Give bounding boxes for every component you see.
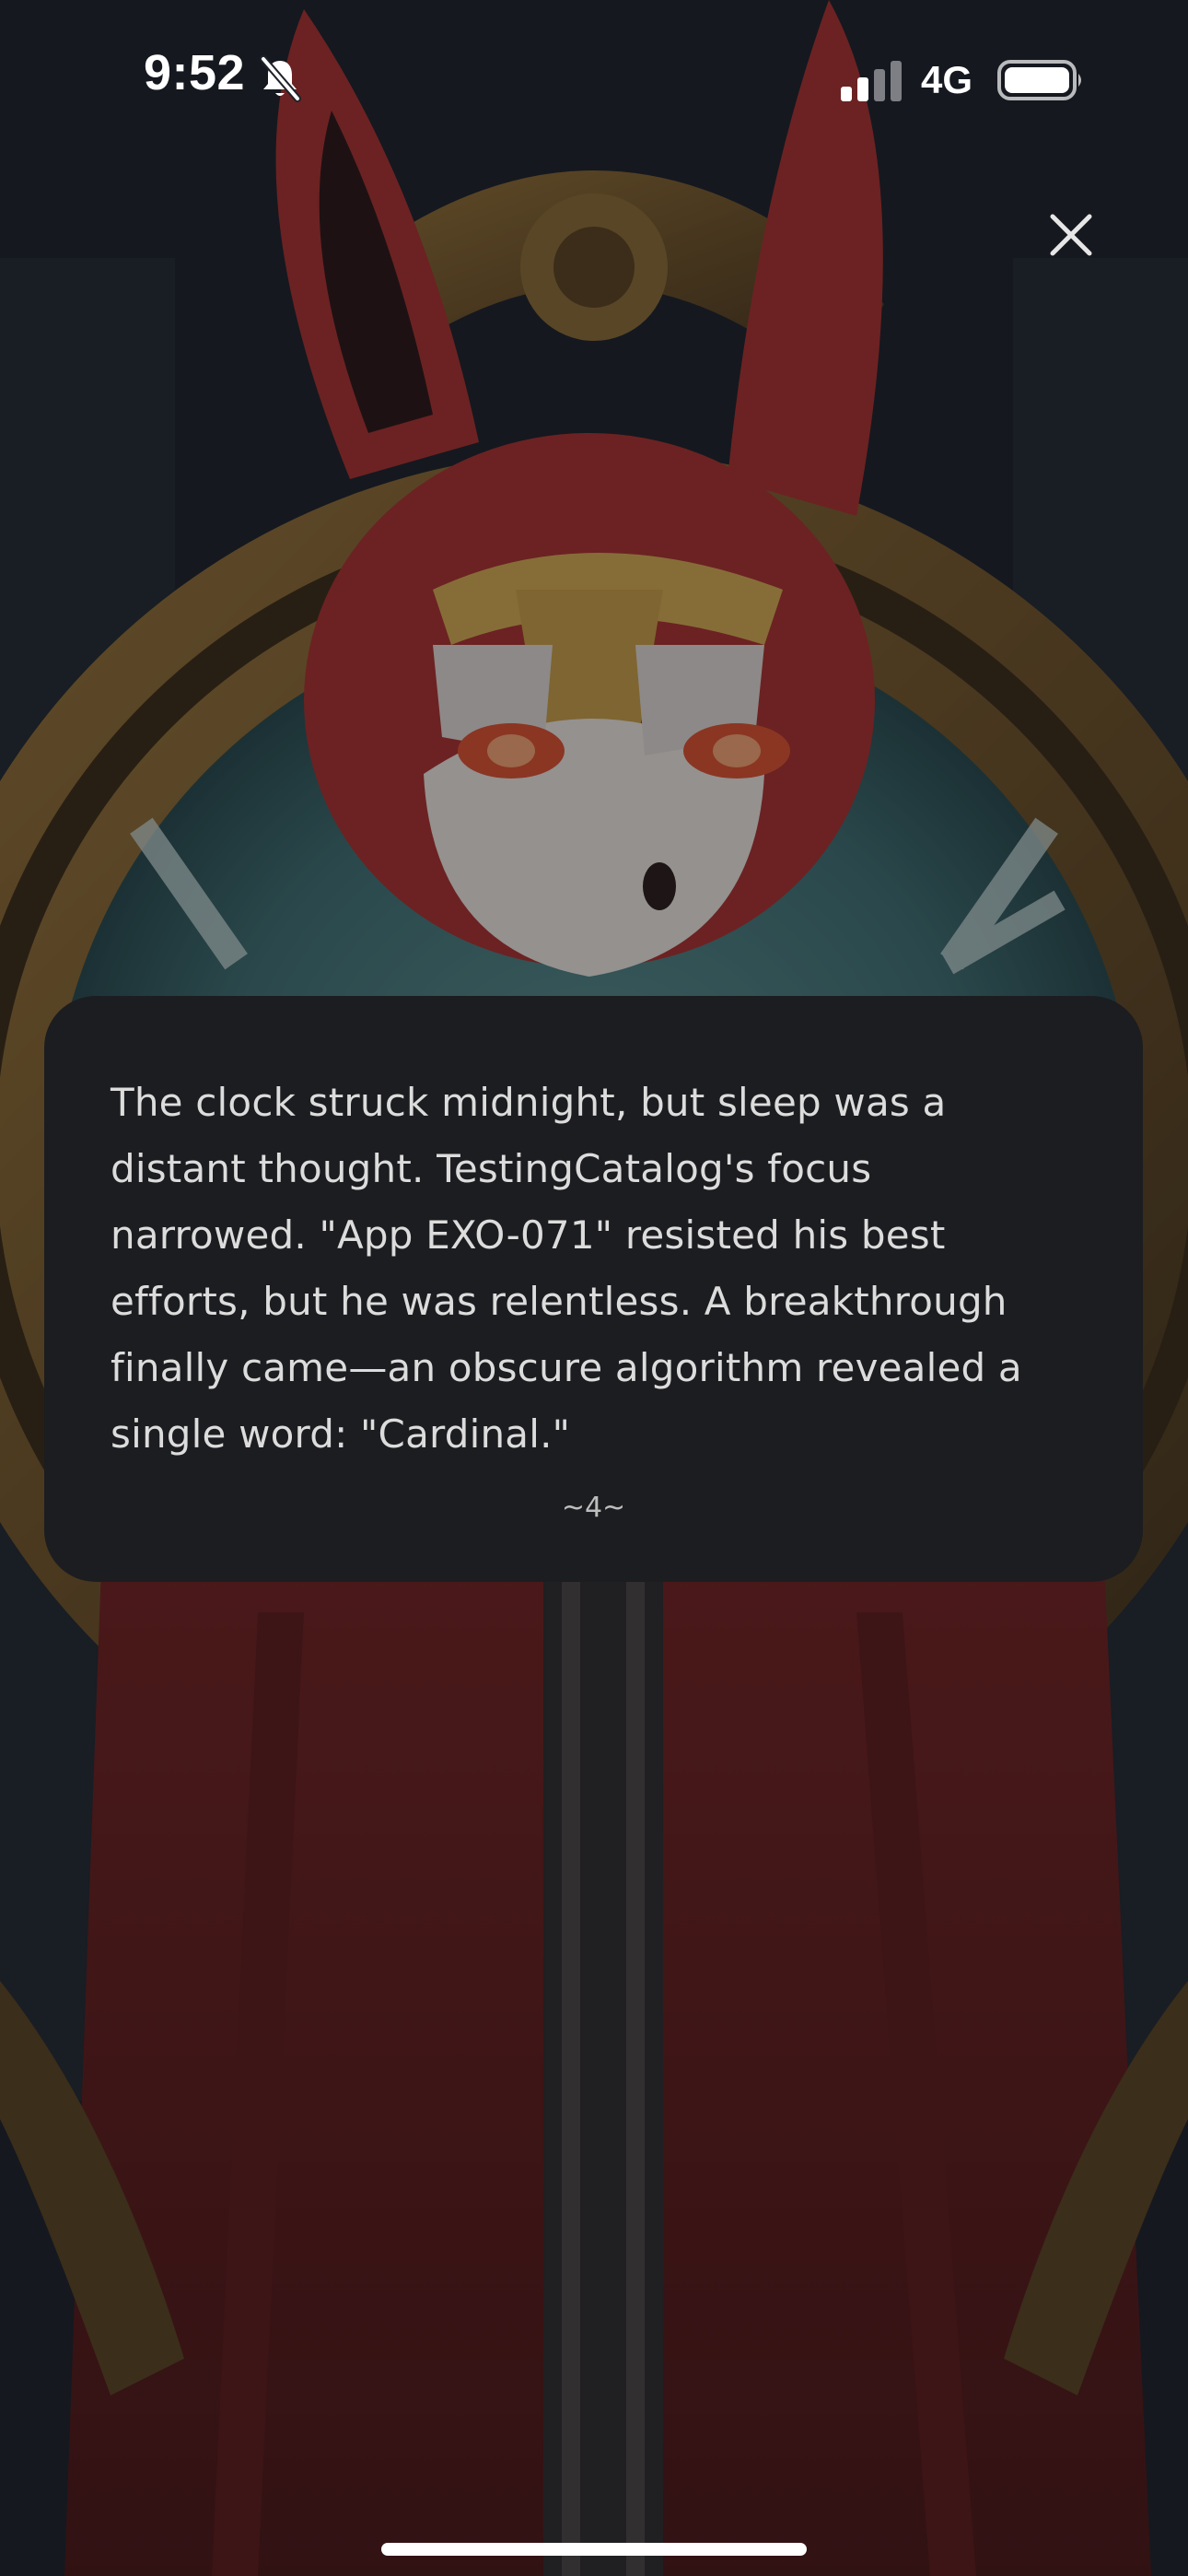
status-bar: 9:52 4G — [0, 0, 1188, 157]
story-card[interactable]: The clock struck midnight, but sleep was… — [44, 996, 1143, 1582]
story-screen: 9:52 4G The clock struck midnight, but s… — [0, 0, 1188, 2576]
battery-icon — [997, 60, 1081, 100]
story-text: The clock struck midnight, but sleep was… — [111, 1080, 1022, 1457]
bell-slash-icon — [260, 55, 301, 102]
home-indicator[interactable] — [381, 2543, 807, 2556]
close-button[interactable] — [1037, 201, 1105, 269]
network-type-label: 4G — [921, 58, 973, 101]
cellular-signal-icon — [841, 61, 902, 101]
status-time: 9:52 — [144, 45, 246, 100]
close-icon — [1050, 214, 1092, 256]
page-indicator: ~4~ — [561, 1492, 626, 1524]
